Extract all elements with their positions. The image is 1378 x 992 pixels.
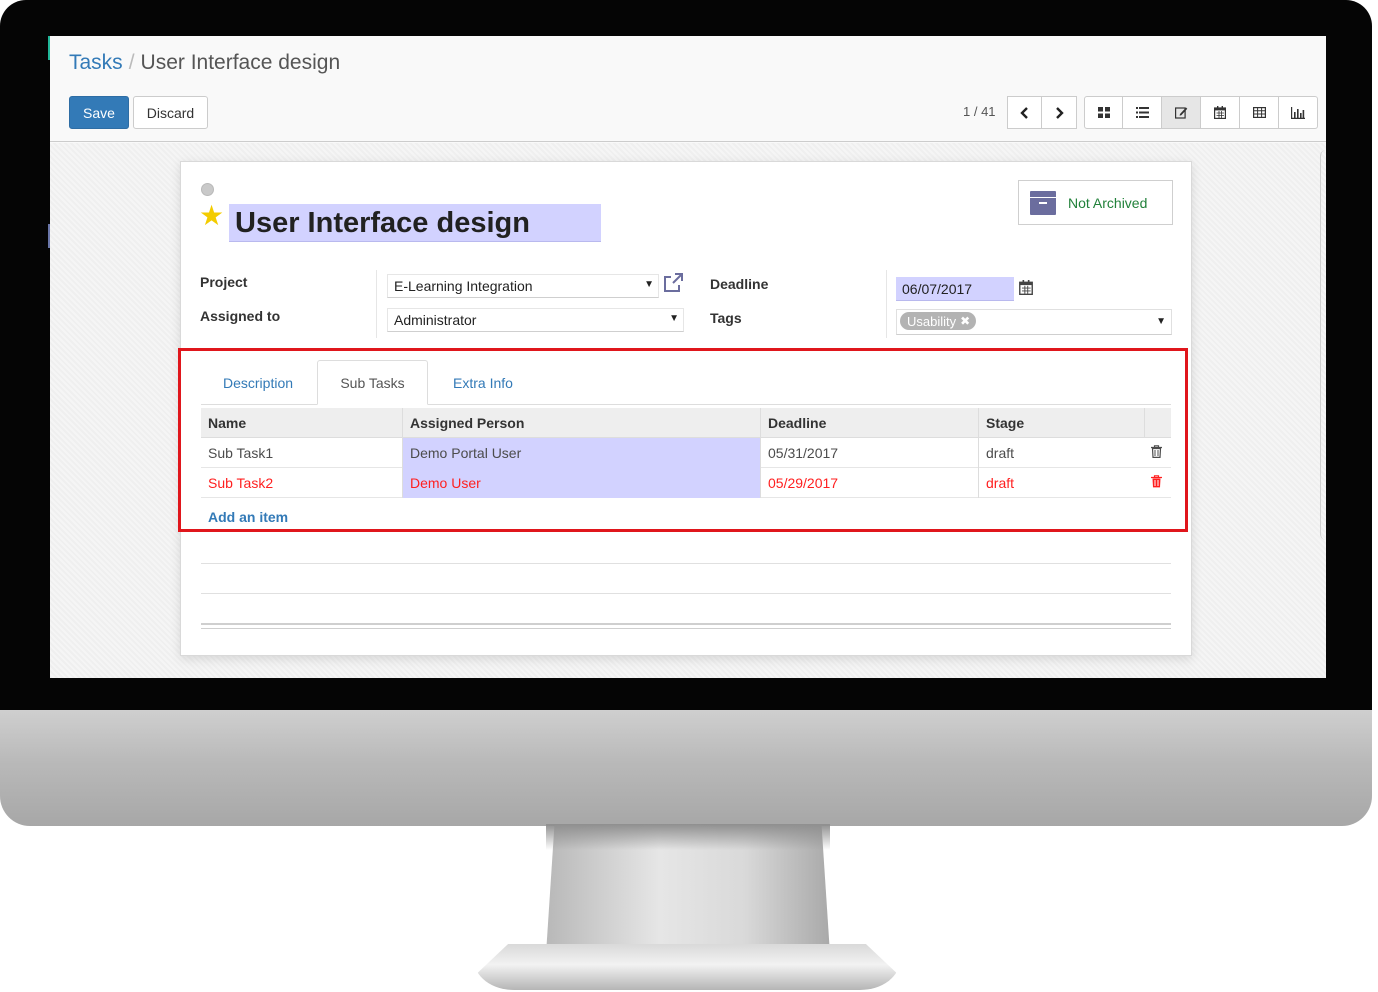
breadcrumb-tasks-link[interactable]: Tasks [69, 51, 123, 75]
sub-tasks-highlight-box [178, 348, 1188, 532]
scrollbar-edge[interactable] [1320, 150, 1326, 540]
tag-badge: Usability ✖ [900, 312, 977, 330]
breadcrumb-current: User Interface design [140, 51, 341, 74]
priority-star-icon[interactable]: ★ [199, 202, 224, 230]
kanban-icon [1097, 107, 1110, 118]
save-button[interactable]: Save [69, 96, 129, 129]
pager-previous-button[interactable] [1007, 96, 1042, 129]
field-divider-left [376, 270, 377, 338]
screen-accent-line [48, 224, 50, 248]
assigned-to-select[interactable]: Administrator ▼ [387, 308, 684, 332]
tag-label: Usability [907, 313, 957, 329]
edit-icon [1174, 107, 1187, 119]
table-footer-divider [201, 623, 1171, 625]
project-label: Project [200, 274, 248, 290]
monitor-stand-shadow [546, 824, 830, 850]
breadcrumb-separator: / [128, 51, 135, 74]
chevron-left-icon [1019, 106, 1028, 119]
pager-value[interactable]: 1 / 41 [963, 104, 996, 119]
empty-row-divider [201, 563, 1171, 564]
archive-toggle-button[interactable]: Not Archived [1018, 180, 1173, 225]
field-divider-right [886, 270, 887, 338]
monitor-stand-foot [474, 944, 900, 990]
view-switcher [1084, 96, 1318, 129]
deadline-date-input[interactable]: 06/07/2017 [896, 277, 1014, 301]
calendar-icon[interactable] [1019, 280, 1033, 295]
archive-status-label: Not Archived [1068, 194, 1148, 211]
archive-box-icon [1030, 190, 1056, 215]
project-select-value: E-Learning Integration [394, 278, 533, 294]
tag-remove-icon[interactable]: ✖ [960, 314, 970, 328]
pager-next-button[interactable] [1042, 96, 1077, 129]
external-link-icon[interactable] [662, 272, 684, 294]
view-list-button[interactable] [1123, 96, 1162, 129]
tags-input[interactable]: Usability ✖ ▼ [896, 309, 1172, 335]
deadline-label: Deadline [710, 276, 769, 292]
caret-down-icon: ▼ [669, 313, 679, 324]
table-footer-divider [201, 628, 1171, 629]
tags-label: Tags [710, 310, 742, 326]
task-title-input[interactable]: User Interface design [229, 204, 601, 242]
discard-button[interactable]: Discard [133, 96, 208, 129]
monitor-chin [0, 710, 1372, 826]
view-kanban-button[interactable] [1084, 96, 1123, 129]
caret-down-icon: ▼ [1156, 316, 1166, 327]
breadcrumb: Tasks / User Interface design [69, 51, 340, 75]
empty-row-divider [201, 593, 1171, 594]
screen: Tasks / User Interface design Save Disca… [50, 36, 1326, 678]
pager-buttons [1007, 96, 1077, 129]
list-icon [1135, 107, 1149, 118]
view-form-button[interactable] [1162, 96, 1201, 129]
assigned-to-label: Assigned to [200, 308, 281, 324]
calendar-icon [1214, 106, 1226, 119]
caret-down-icon: ▼ [644, 279, 654, 290]
project-select[interactable]: E-Learning Integration ▼ [387, 274, 659, 298]
screen-accent-line [48, 36, 50, 60]
view-pivot-button[interactable] [1240, 96, 1279, 129]
view-graph-button[interactable] [1279, 96, 1318, 129]
assigned-to-select-value: Administrator [394, 312, 477, 328]
chevron-right-icon [1056, 106, 1064, 119]
view-calendar-button[interactable] [1201, 96, 1240, 129]
table-icon [1252, 107, 1266, 118]
control-panel: Tasks / User Interface design Save Disca… [50, 36, 1326, 142]
bar-chart-icon [1291, 106, 1305, 119]
kanban-state-indicator[interactable] [201, 183, 214, 196]
